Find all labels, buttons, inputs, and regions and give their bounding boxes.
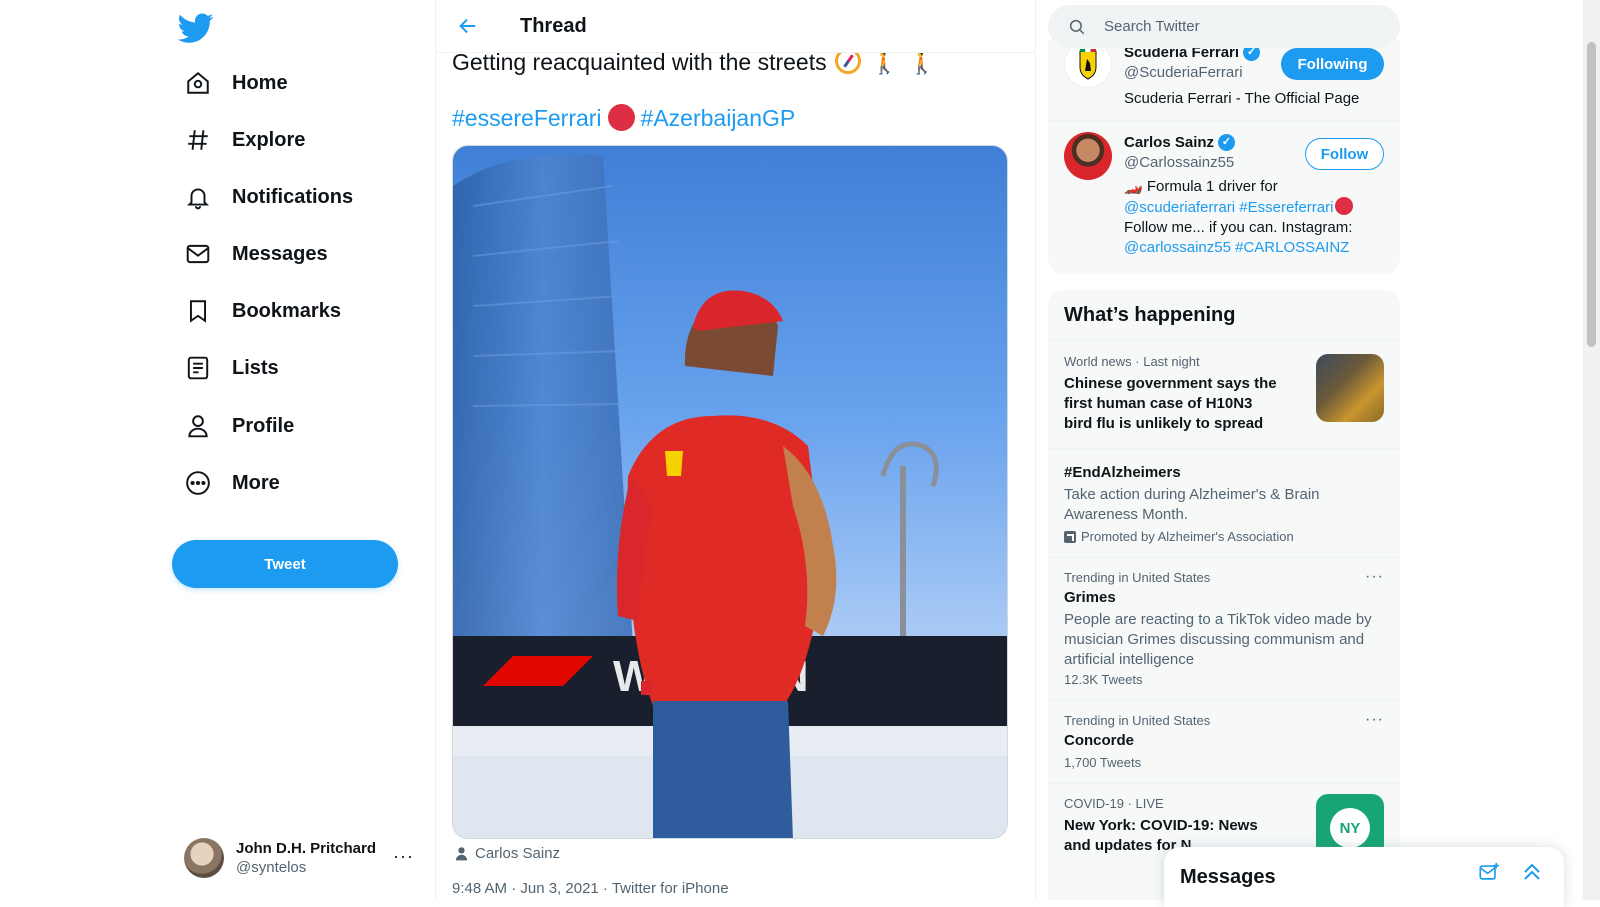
bookmark-icon bbox=[184, 297, 212, 325]
trend-item[interactable]: World news · Last night Chinese governme… bbox=[1048, 340, 1400, 448]
user-name: Carlos Sainz bbox=[1124, 134, 1215, 151]
tweet-photo[interactable]: W B.CON bbox=[452, 145, 1008, 839]
follow-button[interactable]: Follow bbox=[1305, 138, 1384, 170]
trend-item[interactable]: Trending in United States ··· Grimes Peo… bbox=[1048, 558, 1400, 700]
who-to-follow-panel: Scuderia Ferrari ✓ @ScuderiaFerrari Scude… bbox=[1048, 40, 1400, 274]
tweet-hashtags: #essereFerrari #AzerbaijanGP bbox=[452, 102, 795, 134]
search-input[interactable] bbox=[1104, 18, 1364, 35]
home-icon bbox=[184, 69, 212, 97]
more-dots-icon[interactable]: ··· bbox=[1365, 568, 1384, 586]
red-circle-emoji-icon bbox=[1335, 197, 1354, 215]
thumb-label: NY bbox=[1330, 808, 1370, 848]
new-message-icon[interactable] bbox=[1478, 861, 1500, 888]
trend-context: Trending in United States bbox=[1064, 713, 1211, 728]
nav-explore-label: Explore bbox=[232, 128, 306, 151]
avatar bbox=[184, 838, 224, 878]
tweet-timestamp[interactable]: 9:48 AM · Jun 3, 2021 · Twitter for iPho… bbox=[452, 880, 729, 897]
user-bio: Scuderia Ferrari - The Official Page bbox=[1124, 90, 1360, 107]
collapse-chevron-up-icon[interactable] bbox=[1520, 859, 1544, 888]
scrollbar-thumb[interactable] bbox=[1587, 42, 1596, 347]
account-switcher[interactable]: John D.H. Pritchard @syntelos ··· bbox=[172, 828, 422, 888]
following-button[interactable]: Following bbox=[1281, 48, 1384, 80]
nav-bookmarks[interactable]: Bookmarks bbox=[172, 286, 353, 336]
trends-panel: What’s happening World news · Last night… bbox=[1048, 290, 1400, 900]
more-dots-icon[interactable]: ··· bbox=[1365, 711, 1384, 729]
trend-title: #EndAlzheimers bbox=[1064, 464, 1181, 481]
hashtag-link[interactable]: #essereFerrari bbox=[452, 105, 602, 131]
trends-title: What’s happening bbox=[1064, 304, 1236, 326]
trend-description: Take action during Alzheimer's & Brain A… bbox=[1064, 486, 1320, 523]
nav-home[interactable]: Home bbox=[172, 58, 300, 108]
more-circle-icon bbox=[184, 469, 212, 497]
left-sidebar: Home Explore Notifications Messages Book… bbox=[0, 0, 436, 900]
envelope-icon bbox=[184, 240, 212, 268]
person-icon bbox=[184, 412, 212, 440]
bio-text: Formula 1 driver for bbox=[1146, 178, 1278, 195]
page-title: Thread bbox=[520, 14, 587, 37]
hashtag-icon bbox=[184, 126, 212, 154]
tagged-user-name: Carlos Sainz bbox=[475, 845, 561, 862]
nav-bookmarks-label: Bookmarks bbox=[232, 299, 341, 322]
trend-context: World news · Last night bbox=[1064, 354, 1200, 369]
race-car-emoji-icon: 🏎️ bbox=[1124, 178, 1143, 195]
tweet-button[interactable]: Tweet bbox=[172, 540, 398, 588]
bio-link[interactable]: #CARLOSSAINZ bbox=[1235, 239, 1349, 256]
nav-notifications[interactable]: Notifications bbox=[172, 172, 365, 222]
tagged-user[interactable]: Carlos Sainz bbox=[454, 845, 560, 862]
bell-icon bbox=[184, 183, 212, 211]
nav-more[interactable]: More bbox=[172, 458, 292, 508]
trend-description: People are reacting to a TikTok video ma… bbox=[1064, 611, 1372, 668]
messages-drawer[interactable]: Messages bbox=[1164, 847, 1564, 907]
nav-profile[interactable]: Profile bbox=[172, 401, 306, 451]
nav-explore[interactable]: Explore bbox=[172, 115, 317, 165]
more-dots-icon[interactable]: ··· bbox=[393, 846, 414, 867]
account-handle: @syntelos bbox=[236, 859, 307, 876]
nav-home-label: Home bbox=[232, 71, 288, 94]
bio-link[interactable]: @carlossainz55 bbox=[1124, 239, 1231, 256]
trend-context: Trending in United States bbox=[1064, 570, 1211, 585]
twitter-logo-icon[interactable] bbox=[177, 10, 214, 46]
nav-notifications-label: Notifications bbox=[232, 185, 354, 208]
divider bbox=[1048, 120, 1400, 121]
nav-lists-label: Lists bbox=[232, 356, 279, 379]
nav-messages[interactable]: Messages bbox=[172, 229, 340, 279]
main-column: Thread Getting reacquainted with the str… bbox=[436, 0, 1036, 900]
search-icon bbox=[1068, 18, 1086, 36]
nav-messages-label: Messages bbox=[232, 242, 328, 265]
news-thumbnail bbox=[1316, 354, 1384, 422]
trend-title: Concorde bbox=[1064, 732, 1135, 749]
trend-count: 12.3K Tweets bbox=[1064, 672, 1143, 687]
account-name: John D.H. Pritchard bbox=[236, 840, 377, 857]
nav-more-label: More bbox=[232, 471, 280, 494]
trend-title: Chinese government says the first human … bbox=[1064, 375, 1277, 432]
nav-lists[interactable]: Lists bbox=[172, 343, 291, 393]
person-icon bbox=[454, 846, 469, 861]
bio-link[interactable]: #Essereferrari bbox=[1239, 199, 1333, 216]
messages-drawer-title: Messages bbox=[1180, 865, 1276, 888]
red-circle-emoji-icon bbox=[607, 104, 635, 131]
promoted-icon bbox=[1064, 530, 1076, 543]
search-bar[interactable] bbox=[1048, 5, 1400, 48]
hashtag-link[interactable]: #AzerbaijanGP bbox=[641, 105, 796, 131]
nav-profile-label: Profile bbox=[232, 414, 295, 437]
bio-text: Follow me... if you can. Instagram: bbox=[1124, 219, 1353, 236]
trend-item[interactable]: Trending in United States ··· Concorde 1… bbox=[1048, 701, 1400, 783]
right-sidebar: Scuderia Ferrari✓ @ScuderiaFerrari Scude… bbox=[1036, 0, 1600, 900]
promoted-text: Promoted by Alzheimer's Association bbox=[1081, 529, 1294, 544]
trend-item-promoted[interactable]: #EndAlzheimers Take action during Alzhei… bbox=[1048, 449, 1400, 557]
promoted-label: Promoted by Alzheimer's Association bbox=[1064, 529, 1294, 544]
back-arrow-icon[interactable] bbox=[450, 8, 486, 44]
page-scrollbar[interactable] bbox=[1583, 0, 1600, 900]
user-bio: 🏎️ Formula 1 driver for @scuderiaferrari… bbox=[1124, 177, 1384, 258]
bio-link[interactable]: @scuderiaferrari bbox=[1124, 199, 1235, 216]
trend-context: COVID-19 · LIVE bbox=[1064, 796, 1164, 811]
list-icon bbox=[184, 354, 212, 382]
thread-header: Thread bbox=[436, 0, 1035, 53]
verified-badge-icon: ✓ bbox=[1218, 134, 1236, 151]
avatar bbox=[1064, 132, 1112, 180]
trend-title: Grimes bbox=[1064, 589, 1116, 606]
trend-count: 1,700 Tweets bbox=[1064, 755, 1142, 770]
